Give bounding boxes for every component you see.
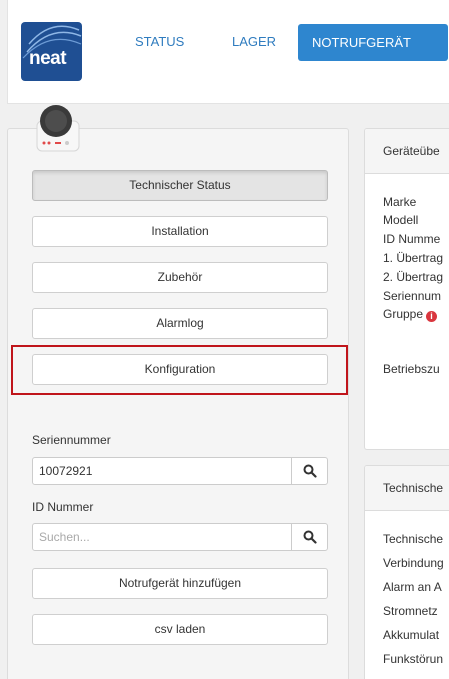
nav-notrufgeraet[interactable]: NOTRUFGERÄT	[298, 24, 448, 61]
tech-row-technische: Technische	[383, 532, 444, 546]
tech-row-stromnetz: Stromnetz	[383, 604, 438, 618]
technical-status-title: Technische	[365, 466, 449, 511]
serial-search-button[interactable]	[291, 458, 327, 484]
device-overview-panel: Geräteübe Marke Modell ID Numme 1. Übert…	[364, 128, 449, 450]
logo-text: neat	[29, 48, 67, 69]
tech-row-verbindung: Verbindung	[383, 556, 444, 570]
info-icon[interactable]: i	[426, 311, 438, 322]
search-icon	[303, 530, 317, 544]
serial-number-input[interactable]: 10072921	[33, 458, 292, 484]
overview-row-betriebszustand: Betriebszu	[383, 362, 440, 376]
technical-status-panel: Technische Technische Verbindung Alarm a…	[364, 465, 449, 679]
device-overview-title: Geräteübe	[365, 129, 449, 174]
overview-row-uebertrag-1: 1. Übertrag	[383, 251, 444, 265]
overview-row-gruppe: Gruppe i	[383, 307, 438, 322]
nav-status[interactable]: STATUS	[135, 24, 184, 60]
id-search-button[interactable]	[291, 524, 327, 550]
overview-row-id: ID Numme	[383, 232, 441, 246]
id-number-group: Suchen...	[32, 523, 328, 551]
tech-row-akkumulator: Akkumulat	[383, 628, 440, 642]
overview-row-modell: Modell	[383, 213, 419, 227]
overview-row-marke: Marke	[383, 195, 417, 209]
search-icon	[303, 464, 317, 478]
menu-zubehoer[interactable]: Zubehör	[32, 262, 328, 293]
menu-technischer-status[interactable]: Technischer Status	[32, 170, 328, 201]
nav-lager[interactable]: LAGER	[232, 24, 276, 60]
gruppe-label: Gruppe	[383, 307, 424, 321]
id-number-label: ID Nummer	[32, 500, 94, 514]
neat-logo[interactable]: neat	[21, 22, 82, 81]
menu-alarmlog[interactable]: Alarmlog	[32, 308, 328, 339]
csv-load-button[interactable]: csv laden	[32, 614, 328, 645]
tech-row-funkstoerung: Funkstörun	[383, 652, 444, 666]
menu-installation[interactable]: Installation	[32, 216, 328, 247]
serial-number-group: 10072921	[32, 457, 328, 485]
konfiguration-highlight-box	[11, 345, 348, 395]
add-device-button[interactable]: Notrufgerät hinzufügen	[32, 568, 328, 599]
id-number-input[interactable]: Suchen...	[33, 524, 292, 550]
serial-number-label: Seriennummer	[32, 433, 111, 447]
overview-row-uebertrag-2: 2. Übertrag	[383, 270, 444, 284]
top-header: neat STATUS LAGER NOTRUFGERÄT	[7, 0, 449, 104]
emergency-device-icon	[36, 105, 80, 152]
overview-row-seriennummer: Seriennum	[383, 289, 442, 303]
tech-row-alarm: Alarm an A	[383, 580, 442, 594]
